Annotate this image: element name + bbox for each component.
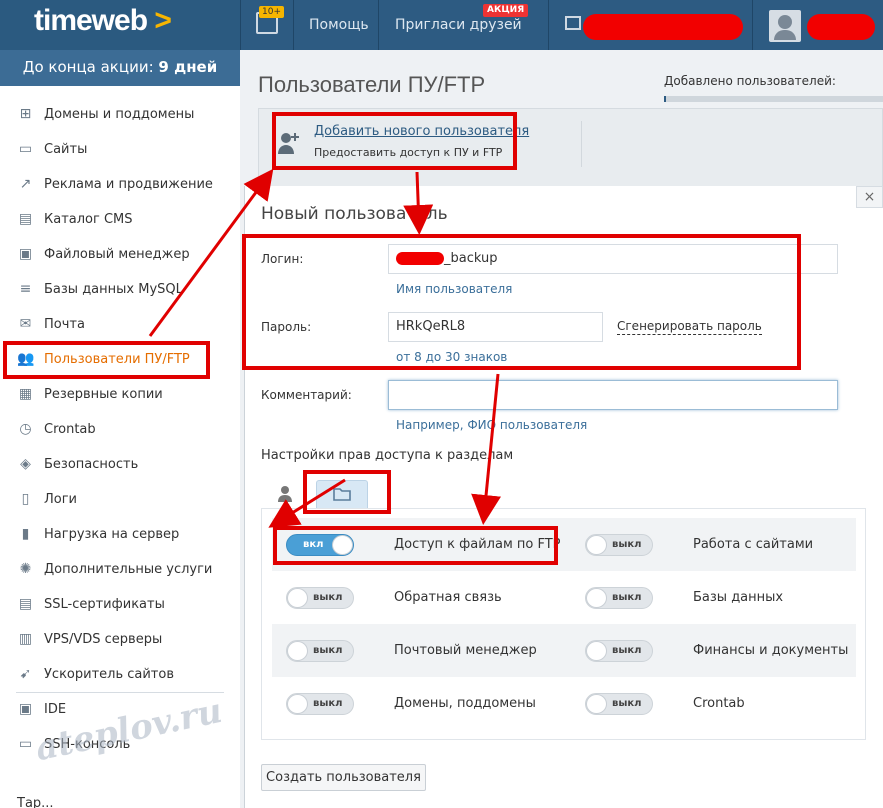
annotation-arrows	[148, 168, 501, 528]
